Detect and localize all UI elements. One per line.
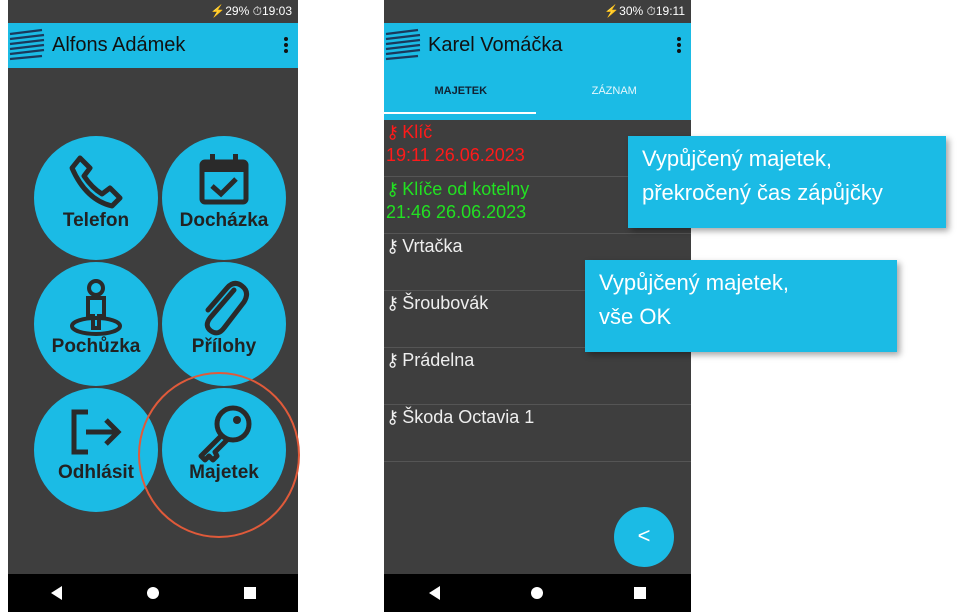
tile-label: Pochůzka <box>51 336 141 357</box>
tile-telefon[interactable]: Telefon <box>34 136 158 260</box>
android-nav-bar <box>8 574 298 612</box>
app-title: Alfons Adámek <box>52 34 186 56</box>
callout-ok: Vypůjčený majetek, vše OK <box>585 260 897 352</box>
app-logo-icon <box>385 28 421 60</box>
recent-apps-icon[interactable] <box>243 587 256 599</box>
key-outline-icon: ⚷ <box>386 236 400 256</box>
asset-row[interactable]: ⚷ Škoda Octavia 1 <box>384 405 691 462</box>
status-bar: ⚡30% ⏱19:11 <box>384 0 691 23</box>
back-fab-button[interactable]: < <box>614 507 674 567</box>
key-outline-icon: ⚷ <box>386 122 400 142</box>
overflow-menu-icon[interactable] <box>677 35 681 55</box>
tab-bar: MAJETEK ZÁZNAM <box>384 68 691 120</box>
recent-apps-icon[interactable] <box>633 587 646 599</box>
back-icon[interactable] <box>50 586 62 600</box>
callout-text: překročený čas zápůjčky <box>642 180 883 205</box>
asset-name: Prádelna <box>402 350 475 370</box>
tile-dochazka[interactable]: Docházka <box>162 136 286 260</box>
overflow-menu-icon[interactable] <box>284 35 288 55</box>
tab-zaznam[interactable]: ZÁZNAM <box>538 68 692 120</box>
app-logo-icon <box>9 28 45 60</box>
tile-pochuzka[interactable]: Pochůzka <box>34 262 158 386</box>
logout-icon <box>71 409 122 455</box>
callout-text: vše OK <box>599 304 672 329</box>
paperclip-icon <box>204 280 250 336</box>
asset-name: Vrtačka <box>402 236 463 256</box>
app-title: Karel Vomáčka <box>428 34 563 56</box>
back-icon[interactable] <box>429 586 441 600</box>
home-icon[interactable] <box>530 587 543 599</box>
asset-name: Klíč <box>402 122 433 142</box>
key-outline-icon: ⚷ <box>386 293 400 313</box>
tab-indicator <box>384 112 536 114</box>
tile-label: Odhlásit <box>57 462 134 483</box>
asset-name: Šroubovák <box>402 293 489 313</box>
android-nav-bar <box>384 574 691 612</box>
tile-prilohy[interactable]: Přílohy <box>162 262 286 386</box>
callout-overdue: Vypůjčený majetek, překročený čas zápůjč… <box>628 136 946 228</box>
asset-row[interactable]: ⚷ Prádelna <box>384 348 691 405</box>
phone-icon <box>69 155 123 209</box>
home-icon[interactable] <box>146 587 159 599</box>
calendar-check-icon <box>199 154 249 205</box>
asset-name: Klíče od kotelny <box>402 179 530 199</box>
asset-name: Škoda Octavia 1 <box>402 407 535 427</box>
person-pin-icon <box>70 279 122 336</box>
key-outline-icon: ⚷ <box>386 350 400 370</box>
callout-text: Vypůjčený majetek, <box>642 146 832 171</box>
key-outline-icon: ⚷ <box>386 179 400 199</box>
tile-label: Přílohy <box>191 336 257 357</box>
status-bar: ⚡29% ⏱19:03 <box>8 0 298 23</box>
callout-text: Vypůjčený majetek, <box>599 270 789 295</box>
key-outline-icon: ⚷ <box>386 407 400 427</box>
highlight-circle <box>138 372 300 538</box>
tile-label: Docházka <box>179 210 269 231</box>
app-bar: Alfons Adámek <box>8 23 298 68</box>
app-bar: Karel Vomáčka <box>384 23 691 68</box>
tile-label: Telefon <box>62 210 130 231</box>
